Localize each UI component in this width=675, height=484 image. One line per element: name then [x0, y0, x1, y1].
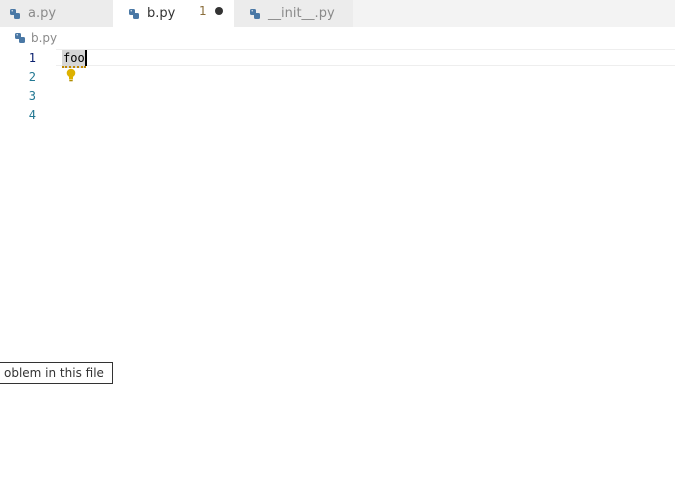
- tab-problem-count: 1: [199, 4, 207, 18]
- lightbulb-icon[interactable]: [65, 68, 77, 82]
- breadcrumb[interactable]: b.py: [14, 29, 57, 47]
- hover-tooltip: oblem in this file: [0, 362, 113, 384]
- tab-label: a.py: [28, 6, 57, 21]
- line-number: 2: [28, 70, 36, 84]
- python-file-icon: [129, 8, 139, 19]
- tooltip-text: oblem in this file: [4, 366, 104, 380]
- dirty-dot-icon[interactable]: [215, 7, 223, 15]
- line-number: 3: [28, 89, 36, 103]
- tab-a-py[interactable]: a.py: [0, 0, 113, 27]
- tab-label: __init__.py: [268, 6, 335, 21]
- tab-init-py[interactable]: __init__.py: [234, 0, 353, 27]
- text-cursor: [85, 50, 87, 66]
- python-file-icon: [15, 33, 25, 43]
- python-file-icon: [250, 8, 260, 19]
- tab-b-py[interactable]: b.py 1: [113, 0, 234, 27]
- python-file-icon: [10, 8, 20, 19]
- line-number: 4: [28, 108, 36, 122]
- code-token-foo[interactable]: foo: [62, 50, 86, 68]
- line-number: 1: [28, 51, 36, 65]
- current-line-highlight: [56, 49, 675, 66]
- breadcrumb-file[interactable]: b.py: [31, 31, 57, 45]
- tab-label: b.py: [147, 6, 176, 21]
- editor-tab-bar: a.py b.py 1 __init__.py: [0, 0, 675, 27]
